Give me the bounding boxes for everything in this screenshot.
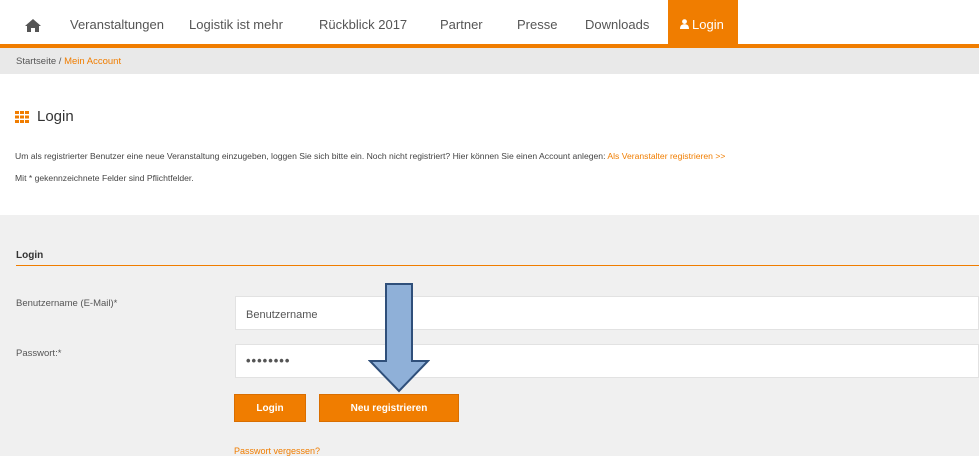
- annotation-down-arrow: [368, 283, 430, 393]
- nav-login-label: Login: [692, 17, 724, 32]
- breadcrumb: Startseite / Mein Account: [16, 56, 121, 67]
- login-form-panel: Login Benutzername (E-Mail)* Benutzernam…: [0, 215, 979, 456]
- home-icon: [25, 19, 41, 32]
- nav-item-veranstaltungen[interactable]: Veranstaltungen: [70, 0, 164, 44]
- required-fields-note: Mit * gekennzeichnete Felder sind Pflich…: [15, 173, 194, 183]
- forgot-password-link[interactable]: Passwort vergessen?: [234, 446, 320, 456]
- breadcrumb-bar: Startseite / Mein Account: [0, 48, 979, 74]
- breadcrumb-separator: /: [56, 56, 65, 67]
- register-organizer-link[interactable]: Als Veranstalter registrieren >>: [607, 151, 725, 161]
- intro-sentence: Um als registrierter Benutzer eine neue …: [15, 151, 608, 161]
- username-input[interactable]: Benutzername: [235, 296, 979, 330]
- nav-item-partner[interactable]: Partner: [440, 0, 483, 44]
- form-heading: Login: [16, 250, 44, 261]
- register-button[interactable]: Neu registrieren: [319, 394, 459, 422]
- nav-item-downloads[interactable]: Downloads: [585, 0, 649, 44]
- username-label: Benutzername (E-Mail)*: [16, 298, 118, 309]
- form-heading-divider: [16, 265, 979, 266]
- password-input[interactable]: ••••••••: [235, 344, 979, 378]
- top-navigation: Veranstaltungen Logistik ist mehr Rückbl…: [0, 0, 979, 44]
- home-link[interactable]: [25, 0, 43, 44]
- nav-item-logistik-ist-mehr[interactable]: Logistik ist mehr: [189, 0, 283, 44]
- grid-icon: [15, 111, 29, 123]
- breadcrumb-current: Mein Account: [64, 56, 122, 67]
- page-title: Login: [37, 108, 74, 125]
- nav-item-login[interactable]: Login: [668, 0, 738, 44]
- user-icon: [680, 19, 689, 30]
- breadcrumb-home[interactable]: Startseite: [16, 56, 56, 67]
- nav-item-rueckblick-2017[interactable]: Rückblick 2017: [319, 0, 407, 44]
- nav-item-presse[interactable]: Presse: [517, 0, 557, 44]
- password-label: Passwort:*: [16, 348, 62, 359]
- login-button[interactable]: Login: [234, 394, 306, 422]
- intro-text: Um als registrierter Benutzer eine neue …: [15, 151, 725, 161]
